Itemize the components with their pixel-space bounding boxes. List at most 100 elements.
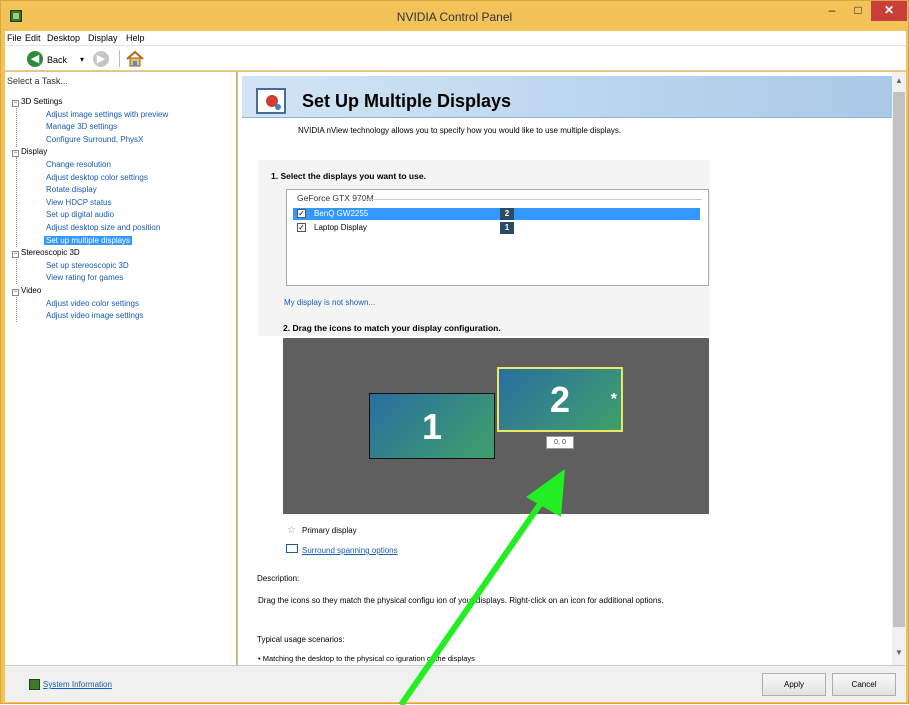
tree-label: View rating for games <box>46 273 124 283</box>
tree-item[interactable]: Adjust video image settings <box>46 311 143 320</box>
tree-connector <box>16 106 17 147</box>
description-heading: Description: <box>257 574 300 583</box>
display-name: BenQ GW2255 <box>314 209 369 218</box>
tree-label: Adjust desktop color settings <box>46 172 148 182</box>
apply-button[interactable]: Apply <box>762 673 826 696</box>
tree-label: Set up digital audio <box>46 210 115 220</box>
menu-bar: File Edit Desktop Display Help <box>5 31 906 46</box>
gpu-group-divider <box>359 199 702 200</box>
maximize-button[interactable]: □ <box>845 1 871 21</box>
tree-category[interactable]: −3D Settings <box>12 97 62 107</box>
tree-item[interactable]: Set up multiple displays <box>44 235 133 245</box>
tree-item[interactable]: View HDCP status <box>46 198 112 207</box>
display-number-badge: 1 <box>500 222 514 234</box>
history-dropdown-icon[interactable]: ▾ <box>80 55 84 64</box>
tree-label: 3D Settings <box>21 97 63 106</box>
collapse-icon[interactable]: − <box>12 150 19 158</box>
title-bar[interactable]: NVIDIA Control Panel – □ ✕ <box>1 1 908 31</box>
back-button-label[interactable]: Back <box>47 55 67 65</box>
tree-label: Adjust image settings with preview <box>46 109 169 119</box>
tree-item[interactable]: Set up stereoscopic 3D <box>46 261 129 270</box>
display-row-laptop[interactable]: ✓ Laptop Display 1 <box>293 222 700 234</box>
display-name: Laptop Display <box>314 223 367 232</box>
back-arrow-icon[interactable]: ◀ <box>27 51 43 67</box>
tree-item[interactable]: Rotate display <box>46 185 97 194</box>
tree-item[interactable]: View rating for games <box>46 273 123 282</box>
surround-spanning-link[interactable]: Surround spanning options <box>302 546 398 555</box>
tree-item[interactable]: Adjust video color settings <box>46 299 139 308</box>
tree-item[interactable]: Manage 3D settings <box>46 122 117 131</box>
home-icon[interactable] <box>126 50 144 67</box>
display-row-benq[interactable]: ✓ BenQ GW2255 2 <box>293 208 700 220</box>
display-checkbox-laptop[interactable]: ✓ <box>297 223 306 232</box>
system-information-link[interactable]: System Information <box>43 680 112 689</box>
display-list: GeForce GTX 970M ✓ BenQ GW2255 2 ✓ Lapto… <box>286 189 709 286</box>
app-window: NVIDIA Control Panel – □ ✕ File Edit Des… <box>0 0 909 705</box>
task-pane: Select a Task... −3D Settings Adjust imag… <box>5 72 237 665</box>
display-arrangement-canvas[interactable]: 1 2 * 0, 0 <box>283 338 709 514</box>
monitor-1-tile[interactable]: 1 <box>369 393 495 459</box>
vertical-scrollbar[interactable]: ▲ ▼ <box>892 72 906 665</box>
toolbar-divider <box>119 50 120 67</box>
tree-label: Manage 3D settings <box>46 122 118 132</box>
menu-help[interactable]: Help <box>126 33 145 43</box>
tree-item[interactable]: Adjust desktop color settings <box>46 173 148 182</box>
scrollbar-thumb[interactable] <box>893 92 905 627</box>
monitor-2-number: 2 <box>549 379 571 420</box>
task-pane-header: Select a Task... <box>7 76 68 86</box>
primary-star-legend-icon: ☆ <box>287 525 296 536</box>
forward-arrow-icon[interactable]: ▶ <box>93 51 109 67</box>
usage-item: • Matching the desktop to the physical c… <box>258 654 475 663</box>
tree-label: Set up multiple displays <box>46 235 131 245</box>
tree-category[interactable]: − Display <box>12 147 48 158</box>
collapse-icon[interactable]: − <box>12 100 19 107</box>
display-number-badge: 2 <box>500 208 514 220</box>
content-pane: Set Up Multiple Displays NVIDIA nView te… <box>238 72 892 665</box>
display-not-shown-link[interactable]: My display is not shown... <box>284 298 375 307</box>
tree-category[interactable]: − Video <box>12 286 41 296</box>
tree-label: Stereoscopic 3D <box>21 248 80 258</box>
collapse-icon[interactable]: − <box>12 289 19 296</box>
gpu-group-label: GeForce GTX 970M <box>297 193 374 203</box>
toolbar: ◀ Back ▾ ▶ <box>5 46 906 71</box>
tree-connector <box>16 257 17 284</box>
menu-display[interactable]: Display <box>88 33 118 43</box>
tree-label: Configure Surround, PhysX <box>46 134 144 144</box>
primary-star-icon: * <box>610 391 617 408</box>
tree-item[interactable]: Adjust desktop size and position <box>46 223 160 232</box>
tree-label: Adjust desktop size and position <box>46 223 161 232</box>
tree-item[interactable]: Adjust image settings with preview <box>46 110 168 119</box>
tree-label: View HDCP status <box>46 197 112 207</box>
scroll-down-icon[interactable]: ▼ <box>892 648 906 660</box>
display-checkbox-benq[interactable]: ✓ <box>297 209 306 218</box>
collapse-icon[interactable]: − <box>12 251 19 259</box>
description-text: Drag the icons so they match the physica… <box>258 596 664 605</box>
tree-label: Video <box>21 286 42 295</box>
tree-category[interactable]: − Stereoscopic 3D <box>12 248 80 259</box>
monitor-2-tile[interactable]: 2 * <box>497 367 623 432</box>
tree-item[interactable]: Change resolution <box>46 160 111 169</box>
tree-label: Change resolution <box>46 160 111 169</box>
surround-icon <box>286 544 298 553</box>
tree-label: Adjust video color settings <box>46 298 139 308</box>
intro-text: NVIDIA nView technology allows you to sp… <box>298 126 622 135</box>
step2-heading: 2. Drag the icons to match your display … <box>283 323 501 333</box>
tree-label: Display <box>21 147 48 157</box>
menu-desktop[interactable]: Desktop <box>47 33 80 43</box>
close-button[interactable]: ✕ <box>871 1 907 21</box>
scroll-up-icon[interactable]: ▲ <box>892 76 906 88</box>
system-information-icon[interactable] <box>29 679 40 690</box>
tree-connector <box>16 295 17 322</box>
minimize-button[interactable]: – <box>819 1 845 21</box>
tree-item[interactable]: Configure Surround, PhysX <box>46 135 143 144</box>
window-title: NVIDIA Control Panel <box>396 10 513 24</box>
tree-connector <box>16 157 17 247</box>
page-banner: Set Up Multiple Displays <box>242 76 892 118</box>
step1-heading: 1. Select the displays you want to use. <box>271 171 426 181</box>
usage-heading: Typical usage scenarios: <box>257 635 345 644</box>
menu-file[interactable]: File <box>7 33 22 43</box>
tree-item[interactable]: Set up digital audio <box>46 210 114 219</box>
bottom-bar: System Information Apply Cancel <box>5 665 906 702</box>
menu-edit[interactable]: Edit <box>25 33 41 43</box>
cancel-button[interactable]: Cancel <box>832 673 896 696</box>
